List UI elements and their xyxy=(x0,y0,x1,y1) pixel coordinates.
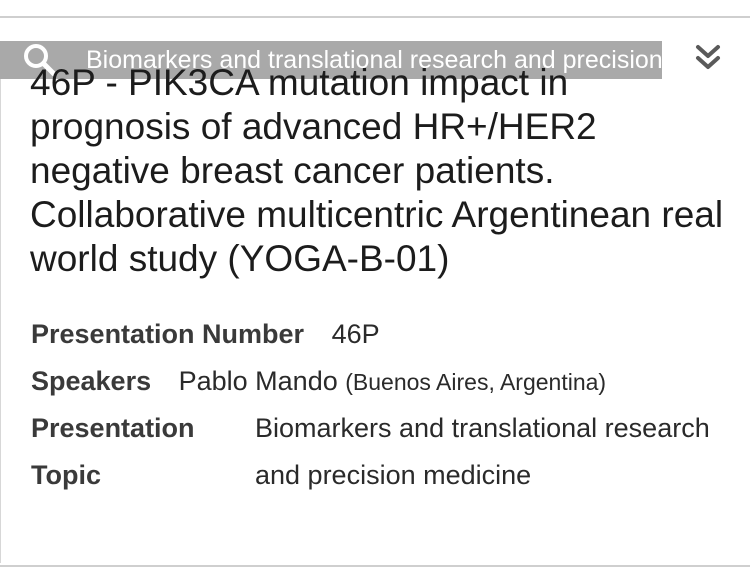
bottom-divider xyxy=(0,565,750,567)
presentation-topic-label-line2: Topic xyxy=(31,460,101,490)
abstract-metadata: Presentation Number 46P Speakers Pablo M… xyxy=(31,311,750,499)
presentation-number-label: Presentation Number xyxy=(31,319,305,349)
abstract-title: 46P - PIK3CA mutation impact in prognosi… xyxy=(30,62,724,279)
presentation-topic-value[interactable]: Biomarkers and translational research an… xyxy=(255,405,710,499)
top-divider xyxy=(0,16,750,18)
speaker-name: Pablo Mando xyxy=(178,366,338,396)
presentation-number-row: Presentation Number 46P xyxy=(31,311,750,358)
presentation-topic-label: Presentation Topic xyxy=(31,405,255,499)
presentation-number-value: 46P xyxy=(331,319,380,349)
presentation-topic-row: Presentation Topic Biomarkers and transl… xyxy=(31,405,750,499)
speaker-location: (Buenos Aires, Argentina) xyxy=(345,369,607,395)
speaker-link[interactable]: Pablo Mando (Buenos Aires, Argentina) xyxy=(179,358,606,406)
presentation-topic-value-line2: and precision medicine xyxy=(255,460,532,490)
speakers-row: Speakers Pablo Mando (Buenos Aires, Arge… xyxy=(31,358,750,405)
card-border xyxy=(0,41,1,563)
page: Biomarkers and translational research an… xyxy=(0,0,750,579)
presentation-topic-value-line1: Biomarkers and translational research xyxy=(255,413,710,443)
presentation-topic-label-line1: Presentation xyxy=(31,413,195,443)
speakers-label: Speakers xyxy=(31,366,152,396)
